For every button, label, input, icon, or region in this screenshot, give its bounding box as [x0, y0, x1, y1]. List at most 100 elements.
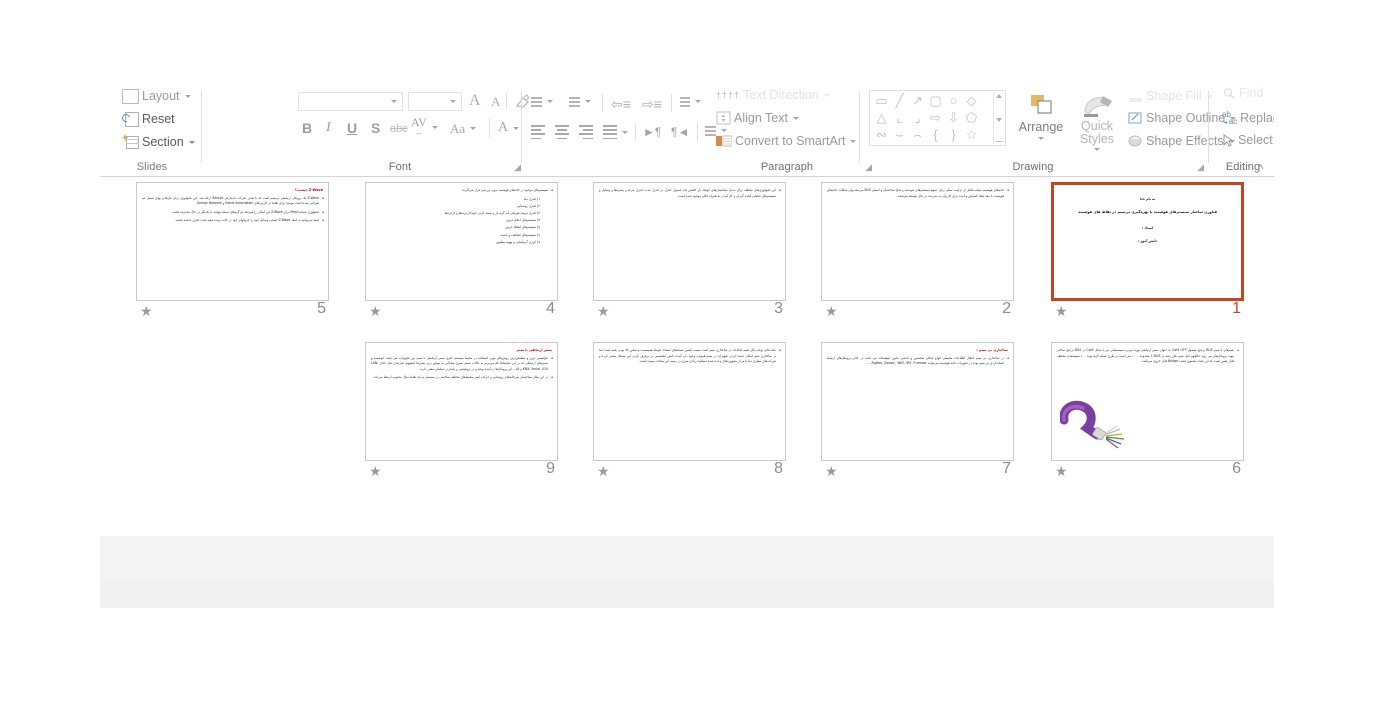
slide-canvas[interactable]: خانه‌های هوشمند نتیجه تکامل از ترکیب عمل… — [821, 182, 1014, 301]
slide-thumbnail-6[interactable]: سیم‌های با سیم BUS ترجیح معمول Cat5 UTP … — [1051, 342, 1244, 487]
slide-canvas[interactable]: نکته قابل توجه دیگر نعمه امکانات در ساخت… — [593, 342, 786, 461]
animation-star-icon[interactable]: ★ — [369, 304, 382, 318]
arrange-button[interactable]: Arrange — [1013, 93, 1069, 140]
slide-body: سیستم‌های موجود در خانه‌های هوشمند مورد … — [371, 188, 553, 247]
decrease-indent-button[interactable]: ⇦≡ — [611, 97, 631, 111]
font-size-input[interactable] — [408, 92, 462, 111]
text-shadow-button[interactable]: S — [371, 121, 380, 135]
slide-thumbnail-4[interactable]: سیستم‌های موجود در خانه‌های هوشمند مورد … — [365, 182, 558, 327]
elbow-connector-icon[interactable]: ⌞ — [892, 111, 907, 124]
scroll-down-icon[interactable] — [996, 117, 1002, 122]
slide-canvas[interactable]: ساختاری بی سیم : در ساختاری بی سیم انتقال… — [821, 342, 1014, 461]
slide-thumbnail-7[interactable]: ساختاری بی سیم : در ساختاری بی سیم انتقال… — [821, 342, 1014, 487]
slide-thumbnail-1[interactable]: به نام خدا فناوری ساختار سیستم‌های هوشمند… — [1051, 182, 1244, 327]
pentagon-shape-icon[interactable]: ⬠ — [964, 111, 979, 124]
oval-shape-icon[interactable]: ○ — [946, 94, 961, 107]
shape-fill-button[interactable]: Shape Fill — [1128, 89, 1213, 103]
slide-canvas[interactable]: سیستم‌های موجود در خانه‌های هوشمند مورد … — [365, 182, 558, 301]
text-direction-icon: †††† — [716, 89, 741, 100]
font-color-button[interactable]: A — [498, 121, 520, 135]
align-center-icon — [555, 125, 569, 140]
align-center-button[interactable] — [555, 125, 569, 140]
scribble-shape-icon[interactable]: ∾ — [874, 128, 889, 141]
character-spacing-button[interactable]: AV ↔ — [411, 116, 438, 137]
gallery-more-icon[interactable] — [995, 141, 1003, 142]
line-shape-icon[interactable]: ╱ — [892, 94, 907, 107]
section-icon: ✦ — [121, 134, 139, 150]
left-brace-shape-icon[interactable]: { — [928, 128, 943, 141]
increase-font-size-button[interactable]: A — [469, 93, 481, 109]
right-arrow-shape-icon[interactable]: ⇨ — [928, 111, 943, 124]
slide-thumbnail-3[interactable]: این تکنولوژی‌های مختلف برای تبدیل ساختما… — [593, 182, 786, 327]
triangle-shape-icon[interactable]: △ — [874, 111, 889, 124]
decrease-font-size-button[interactable]: A — [491, 95, 500, 108]
down-arrow-shape-icon[interactable]: ⇩ — [946, 111, 961, 124]
underline-button[interactable]: U — [347, 121, 357, 135]
bold-button[interactable]: B — [302, 121, 312, 135]
slide-meta: ★ 9 — [365, 460, 558, 484]
find-button[interactable]: Find — [1222, 87, 1263, 100]
reset-button[interactable]: Reset — [122, 112, 175, 127]
slide-thumbnail-5[interactable]: Z-Wave چیست؟ Z-Wave یک پروتکل ارتباطی بی‌… — [136, 182, 329, 327]
rtl-direction-button[interactable]: ¶◄ — [671, 126, 689, 138]
group-divider — [201, 91, 202, 163]
animation-star-icon[interactable]: ★ — [597, 304, 610, 318]
animation-star-icon[interactable]: ★ — [369, 464, 382, 478]
quick-styles-button[interactable]: Quick Styles — [1071, 93, 1123, 151]
freeform-shape-icon[interactable]: ◇ — [964, 94, 979, 107]
numbering-button[interactable] — [569, 97, 591, 107]
slide-body: ساختاری بی سیم : در ساختاری بی سیم انتقال… — [827, 348, 1009, 370]
slide-number: 6 — [1232, 460, 1241, 477]
chevron-down-icon — [1094, 148, 1100, 151]
scroll-up-icon[interactable] — [996, 94, 1002, 98]
animation-star-icon[interactable]: ★ — [825, 304, 838, 318]
increase-indent-button[interactable]: ⇨≡ — [642, 97, 662, 111]
slide-canvas[interactable]: به نام خدا فناوری ساختار سیستم‌های هوشمند… — [1051, 182, 1244, 301]
section-button[interactable]: ✦ Section — [121, 134, 195, 150]
slide-canvas[interactable]: سیم‌های با سیم BUS ترجیح معمول Cat5 UTP … — [1051, 342, 1244, 461]
slide-thumbnail-2[interactable]: خانه‌های هوشمند نتیجه تکامل از ترکیب عمل… — [821, 182, 1014, 327]
italic-button[interactable]: I — [326, 121, 331, 135]
elbow-arrow-icon[interactable]: ⌟ — [910, 111, 925, 124]
shapes-gallery-scroll[interactable] — [993, 92, 1004, 144]
layout-button[interactable]: Layout — [122, 89, 191, 104]
convert-to-smartart-button[interactable]: Convert to SmartArt — [716, 134, 857, 148]
drawing-dialog-launcher[interactable]: ◢ — [1197, 163, 1204, 172]
slide-thumbnail-9[interactable]: بستر ارتباطی با سیم خواهیمی ترین و مطمئن‌… — [365, 342, 558, 487]
line-spacing-icon — [680, 97, 690, 107]
select-button[interactable]: Select — [1222, 134, 1274, 147]
animation-star-icon[interactable]: ★ — [825, 464, 838, 478]
slide-sorter-pane[interactable]: Z-Wave چیست؟ Z-Wave یک پروتکل ارتباطی بی‌… — [100, 177, 1274, 608]
right-brace-shape-icon[interactable]: } — [946, 128, 961, 141]
text-direction-button[interactable]: †††† Text Direction — [716, 89, 830, 102]
arc-shape-icon[interactable]: ⌣ — [892, 128, 907, 141]
arrow-shape-icon[interactable]: ↗ — [910, 94, 925, 107]
align-text-button[interactable]: Align Text — [716, 111, 799, 125]
font-name-input[interactable] — [298, 92, 403, 111]
ltr-direction-button[interactable]: ►¶ — [643, 126, 661, 138]
strikethrough-button[interactable]: abc — [390, 124, 408, 135]
animation-star-icon[interactable]: ★ — [1055, 304, 1068, 318]
bullets-button[interactable] — [531, 97, 553, 107]
rectangle-shape-icon[interactable]: ▭ — [874, 94, 889, 107]
replace-button[interactable]: ab↳ac Replace — [1222, 111, 1274, 126]
font-dialog-launcher[interactable]: ◢ — [514, 163, 521, 172]
change-case-button[interactable]: Aa — [450, 122, 477, 135]
align-left-button[interactable] — [531, 125, 545, 140]
justify-button[interactable] — [603, 125, 628, 140]
align-right-button[interactable] — [579, 125, 593, 140]
shapes-gallery[interactable]: ▭ ╱ ↗ ▢ ○ ◇ △ ⌞ ⌟ ⇨ ⇩ ⬠ ∾ ⌣ ⌢ {} ☆ — [869, 90, 1006, 146]
slide-canvas[interactable]: Z-Wave چیست؟ Z-Wave یک پروتکل ارتباطی بی‌… — [136, 182, 329, 301]
rounded-rect-shape-icon[interactable]: ▢ — [928, 94, 943, 107]
slide-canvas[interactable]: این تکنولوژی‌های مختلف برای تبدیل ساختما… — [593, 182, 786, 301]
line-spacing-button[interactable] — [680, 97, 701, 107]
slide-thumbnail-8[interactable]: نکته قابل توجه دیگر نعمه امکانات در ساخت… — [593, 342, 786, 487]
collapse-ribbon-button[interactable]: ˄ — [1257, 162, 1264, 173]
curve-shape-icon[interactable]: ⌢ — [910, 128, 925, 141]
star-shape-icon[interactable]: ☆ — [964, 128, 979, 141]
justify-icon — [603, 125, 617, 140]
slide-canvas[interactable]: بستر ارتباطی با سیم خواهیمی ترین و مطمئن‌… — [365, 342, 558, 461]
animation-star-icon[interactable]: ★ — [140, 304, 153, 318]
animation-star-icon[interactable]: ★ — [1055, 464, 1068, 478]
animation-star-icon[interactable]: ★ — [597, 464, 610, 478]
